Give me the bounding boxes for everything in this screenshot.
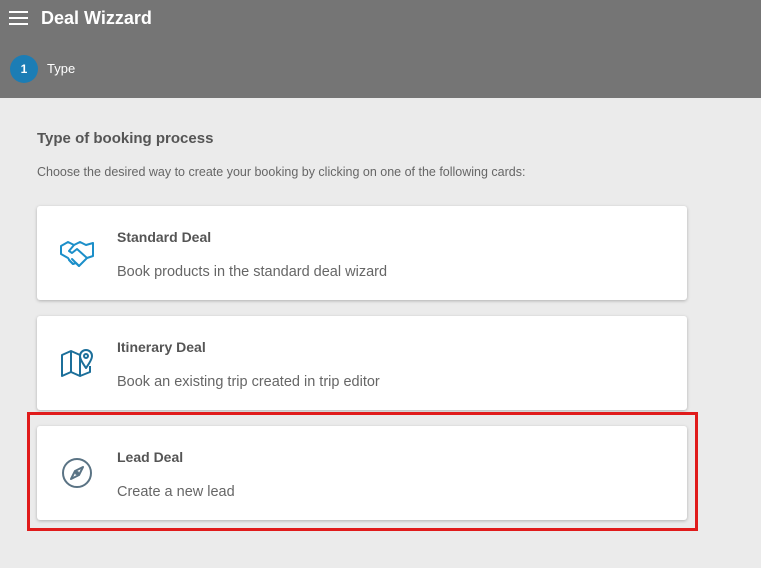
section-description: Choose the desired way to create your bo… [37, 165, 526, 179]
card-standard-deal[interactable]: Standard Deal Book products in the stand… [37, 206, 687, 300]
card-title: Lead Deal [117, 449, 184, 465]
card-title: Itinerary Deal [117, 339, 206, 355]
step-label[interactable]: Type [47, 61, 75, 76]
compass-icon [62, 458, 92, 488]
map-pin-icon [61, 349, 93, 377]
card-itinerary-deal[interactable]: Itinerary Deal Book an existing trip cre… [37, 316, 687, 410]
card-title: Standard Deal [117, 229, 212, 245]
app-header: Deal Wizzard 1 Type [0, 0, 761, 98]
app-title: Deal Wizzard [41, 8, 152, 28]
card-description: Book an existing trip created in trip ed… [117, 374, 380, 390]
hamburger-menu-icon[interactable] [9, 10, 29, 26]
section-title: Type of booking process [37, 130, 214, 147]
handshake-icon [60, 241, 94, 267]
card-description: Create a new lead [117, 484, 235, 500]
card-lead-deal[interactable]: Lead Deal Create a new lead [37, 426, 687, 520]
step-number-badge[interactable]: 1 [10, 55, 38, 83]
card-description: Book products in the standard deal wizar… [117, 264, 388, 280]
